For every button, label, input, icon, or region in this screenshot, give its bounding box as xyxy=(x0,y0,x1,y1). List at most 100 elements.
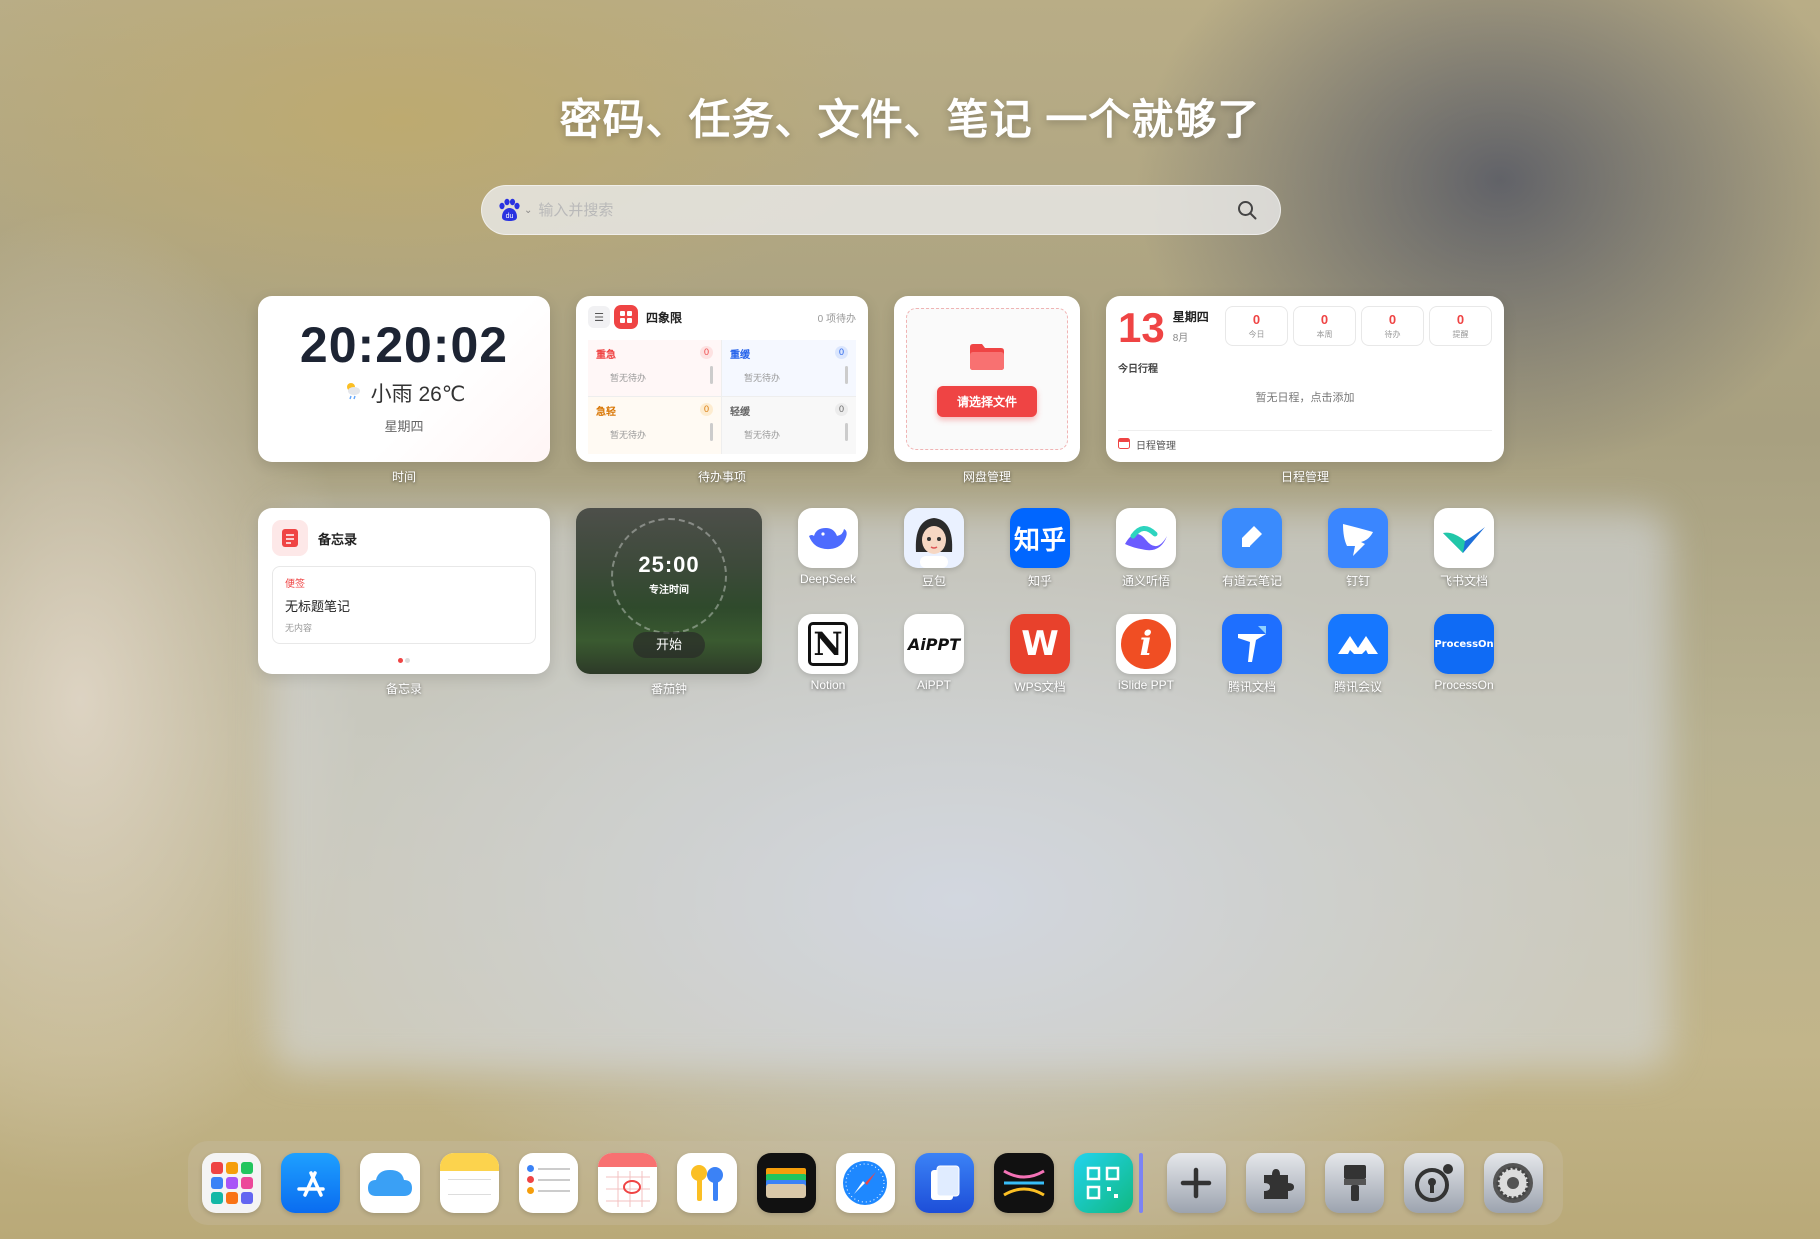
memo-tag: 便签 xyxy=(285,579,305,590)
grid-view-icon[interactable] xyxy=(614,305,638,329)
wps-icon: W xyxy=(1010,614,1070,674)
quadrant-count: 0 xyxy=(700,346,713,359)
tongyi-tingwu-icon xyxy=(1116,508,1176,568)
pomodoro-time: 25:00 xyxy=(638,552,700,577)
stat-label: 本周 xyxy=(1316,330,1333,339)
todo-widget[interactable]: ☰ 四象限 0 项待办 重急 0 暂无待办 重缓 0 暂无待办 急轻 0 暂无待办 轻缓 0 暂无待办 xyxy=(576,296,868,462)
password-lock-icon[interactable] xyxy=(1404,1153,1464,1213)
app-youdao-note[interactable]: 有道云笔记 xyxy=(1207,508,1297,589)
page-dot-active[interactable] xyxy=(398,658,403,663)
schedule-footer[interactable]: 日程管理 xyxy=(1118,430,1492,452)
chevron-down-icon[interactable]: ⌄ xyxy=(524,205,532,216)
launchpad-icon[interactable] xyxy=(202,1153,262,1213)
reminders-icon[interactable] xyxy=(518,1153,579,1213)
choose-file-button[interactable]: 请选择文件 xyxy=(936,386,1037,417)
clock-time: 20:20:02 xyxy=(299,317,509,373)
list-view-icon[interactable]: ☰ xyxy=(588,306,610,328)
memo-note-content: 无内容 xyxy=(285,623,313,633)
passwords-icon[interactable] xyxy=(677,1153,737,1213)
files-icon[interactable] xyxy=(915,1153,975,1213)
quadrant-label: 轻缓 xyxy=(730,407,750,418)
mindmap-icon[interactable] xyxy=(994,1153,1054,1213)
add-schedule-link[interactable]: 暂无日程，点击添加 xyxy=(1118,389,1492,405)
app-aippt[interactable]: AiPPT AiPPT xyxy=(889,614,979,692)
app-glyph: 知乎 xyxy=(1010,508,1070,568)
file-drop-zone[interactable]: 请选择文件 xyxy=(906,308,1068,450)
extension-icon[interactable] xyxy=(1246,1153,1306,1213)
app-name: Notion xyxy=(810,678,846,692)
todo-count: 0 项待办 xyxy=(817,313,856,325)
app-glyph: i xyxy=(1121,619,1171,669)
app-tencent-docs[interactable]: 腾讯文档 xyxy=(1207,614,1297,695)
app-name: 腾讯会议 xyxy=(1333,680,1382,694)
baidu-paw-icon[interactable]: du xyxy=(496,197,522,223)
notes-icon[interactable] xyxy=(439,1153,499,1213)
islide-icon: i xyxy=(1116,614,1176,674)
app-tencent-meeting[interactable]: 腾讯会议 xyxy=(1313,614,1403,695)
schedule-stat[interactable]: 0 本周 xyxy=(1293,306,1356,346)
todo-quadrant[interactable]: 急轻 0 暂无待办 xyxy=(588,397,722,454)
schedule-stat[interactable]: 0 提醒 xyxy=(1429,306,1492,346)
search-input[interactable] xyxy=(538,201,1232,219)
stat-label: 今日 xyxy=(1248,330,1265,339)
quadrant-empty-text: 暂无待办 xyxy=(744,373,781,383)
quadrant-scrollbar[interactable] xyxy=(710,366,713,384)
todo-header: ☰ 四象限 0 项待办 xyxy=(576,296,868,338)
quadrant-empty-text: 暂无待办 xyxy=(744,430,781,440)
app-islide[interactable]: i iSlide PPT xyxy=(1101,614,1191,692)
today-schedule-label: 今日行程 xyxy=(1118,364,1158,375)
page-headline: 密码、任务、文件、笔记 一个就够了 xyxy=(559,96,1261,143)
schedule-stat[interactable]: 0 待办 xyxy=(1361,306,1424,346)
app-wps[interactable]: W WPS文档 xyxy=(995,614,1085,695)
icloud-icon[interactable] xyxy=(360,1153,420,1213)
quadrant-scrollbar[interactable] xyxy=(845,366,848,384)
safari-icon[interactable] xyxy=(835,1153,896,1213)
schedule-stats: 0 今日 0 本周 0 待办 0 提醒 xyxy=(1225,306,1492,346)
memo-note-card[interactable]: 便签 无标题笔记 无内容 xyxy=(272,566,536,644)
pomodoro-start-button[interactable]: 开始 xyxy=(633,632,705,658)
app-name: AiPPT xyxy=(916,678,951,692)
schedule-footer-label: 日程管理 xyxy=(1136,441,1176,452)
app-store-icon[interactable] xyxy=(281,1153,341,1213)
app-name: 钉钉 xyxy=(1345,574,1370,588)
quadrant-count: 0 xyxy=(835,346,848,359)
quadrant-scrollbar[interactable] xyxy=(710,423,713,441)
time-widget[interactable]: 20:20:02 小雨 26℃ 星期四 xyxy=(258,296,550,462)
app-notion[interactable]: N Notion xyxy=(783,614,873,692)
todo-quadrant[interactable]: 重缓 0 暂无待办 xyxy=(722,340,856,397)
todo-quadrant[interactable]: 轻缓 0 暂无待办 xyxy=(722,397,856,454)
wallet-icon[interactable] xyxy=(756,1153,816,1213)
page-dot[interactable] xyxy=(405,658,410,663)
qr-code-icon[interactable] xyxy=(1073,1153,1133,1213)
stat-value: 0 xyxy=(1456,312,1465,327)
schedule-widget[interactable]: 13 星期四 8月 0 今日 0 本周 0 待办 0 提醒 今日行程 暂无日程，点击添加 日程… xyxy=(1106,296,1504,462)
todo-quadrant[interactable]: 重急 0 暂无待办 xyxy=(588,340,722,397)
app-dingtalk[interactable]: 钉钉 xyxy=(1313,508,1403,589)
app-zhihu[interactable]: 知乎 知乎 xyxy=(995,508,1085,589)
memo-widget[interactable]: 备忘录 便签 无标题笔记 无内容 xyxy=(258,508,550,674)
settings-icon[interactable] xyxy=(1483,1153,1543,1213)
app-name: 飞书文档 xyxy=(1439,574,1488,588)
calendar-icon[interactable] xyxy=(598,1153,658,1213)
app-deepseek-whale[interactable]: DeepSeek xyxy=(783,508,873,586)
app-glyph: ProcessOn xyxy=(1434,614,1494,674)
brush-icon[interactable] xyxy=(1325,1153,1385,1213)
zhihu-icon: 知乎 xyxy=(1010,508,1070,568)
app-processon[interactable]: ProcessOn ProcessOn xyxy=(1419,614,1509,692)
youdao-note-icon xyxy=(1222,508,1282,568)
schedule-widget-caption: 日程管理 xyxy=(1280,470,1329,484)
netdisk-widget: 请选择文件 xyxy=(894,296,1080,462)
app-doubao-avatar[interactable]: 豆包 xyxy=(889,508,979,589)
app-tongyi-tingwu[interactable]: 通义听悟 xyxy=(1101,508,1191,589)
app-feishu-docs[interactable]: 飞书文档 xyxy=(1419,508,1509,589)
schedule-stat[interactable]: 0 今日 xyxy=(1225,306,1288,346)
memo-pagination xyxy=(272,650,536,668)
quadrant-empty-text: 暂无待办 xyxy=(610,430,647,440)
folder-icon xyxy=(968,341,1006,376)
search-icon[interactable] xyxy=(1232,195,1262,225)
add-icon[interactable] xyxy=(1166,1153,1226,1213)
calendar-icon xyxy=(1118,437,1130,452)
stat-label: 提醒 xyxy=(1452,330,1469,339)
quadrant-scrollbar[interactable] xyxy=(845,423,848,441)
stat-value: 0 xyxy=(1320,312,1329,327)
